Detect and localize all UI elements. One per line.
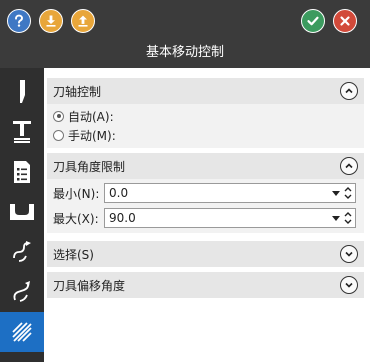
min-angle-label: 最小(N): <box>53 186 100 201</box>
radio-auto-label: 自动(A): <box>68 109 114 124</box>
tool-icon <box>20 80 25 103</box>
expand-button[interactable] <box>340 245 358 263</box>
section-tool-offset-angle-header[interactable]: 刀具偏移角度 <box>47 272 364 298</box>
check-icon <box>307 16 319 26</box>
section-tool-angle-limit-title: 刀具角度限制 <box>53 159 126 174</box>
max-angle-input[interactable]: 90.0 <box>104 208 356 228</box>
radio-manual[interactable]: 手动(M): <box>53 126 116 144</box>
collapse-button[interactable] <box>340 157 358 175</box>
section-tool-axis-header[interactable]: 刀轴控制 <box>47 78 364 104</box>
section-select-title: 选择(S) <box>53 247 94 262</box>
section-tool-axis-body: 自动(A): 手动(M): <box>47 104 364 148</box>
min-angle-input[interactable]: 0.0 <box>104 183 356 203</box>
pocket-icon <box>10 204 34 220</box>
sidebar-item-link-motion-alt[interactable] <box>0 272 44 312</box>
list-icon <box>14 161 30 183</box>
tool-height-icon <box>13 121 31 143</box>
radio-button[interactable] <box>53 129 64 141</box>
chevron-up-icon <box>345 88 353 94</box>
link-motion-alt-icon <box>13 281 30 302</box>
export-button[interactable] <box>71 9 95 33</box>
spinner-icon[interactable] <box>342 209 354 227</box>
sidebar <box>0 68 44 362</box>
ok-button[interactable] <box>301 9 325 33</box>
close-button[interactable] <box>333 9 357 33</box>
link-motion-icon <box>13 241 31 262</box>
max-angle-value: 90.0 <box>109 211 136 225</box>
max-angle-row: 最大(X): 90.0 <box>53 207 364 229</box>
sidebar-item-tool-height[interactable] <box>0 112 44 152</box>
sidebar-item-pocket[interactable] <box>0 192 44 232</box>
help-button[interactable] <box>7 9 31 33</box>
collapse-button[interactable] <box>340 82 358 100</box>
chevron-down-icon <box>345 282 353 288</box>
min-angle-row: 最小(N): 0.0 <box>53 182 364 204</box>
min-angle-value: 0.0 <box>109 186 129 200</box>
sidebar-item-link-motion[interactable] <box>0 232 44 272</box>
radio-auto[interactable]: 自动(A): <box>53 107 114 125</box>
radio-manual-label: 手动(M): <box>68 128 116 143</box>
dropdown-arrow-icon[interactable] <box>332 188 340 198</box>
spinner-icon[interactable] <box>342 184 354 202</box>
title-bar: 基本移动控制 <box>0 0 370 68</box>
section-tool-angle-limit-header[interactable]: 刀具角度限制 <box>47 153 364 179</box>
expand-button[interactable] <box>340 276 358 294</box>
radio-button[interactable] <box>53 110 64 122</box>
chevron-up-icon <box>345 163 353 169</box>
sidebar-item-tool[interactable] <box>0 72 44 112</box>
import-icon <box>46 15 56 27</box>
sidebar-item-list[interactable] <box>0 152 44 192</box>
window-title: 基本移动控制 <box>145 45 224 60</box>
close-icon <box>340 16 350 26</box>
import-button[interactable] <box>39 9 63 33</box>
section-tool-axis-title: 刀轴控制 <box>53 84 102 99</box>
max-angle-label: 最大(X): <box>53 211 99 226</box>
section-tool-offset-angle-title: 刀具偏移角度 <box>53 278 126 293</box>
sidebar-item-hatch-pattern[interactable] <box>0 312 44 352</box>
export-icon <box>78 15 88 27</box>
section-tool-angle-limit-body: 最小(N): 0.0 最大(X): 90.0 <box>47 179 364 233</box>
dropdown-arrow-icon[interactable] <box>332 213 340 223</box>
hatch-pattern-icon <box>12 322 32 342</box>
help-icon <box>15 14 23 27</box>
chevron-down-icon <box>345 251 353 257</box>
content-panel: 刀轴控制 自动(A): 手动(M): 刀具角度限制 最小(N): 0.0 最大(… <box>44 68 370 362</box>
section-select-header[interactable]: 选择(S) <box>47 241 364 267</box>
